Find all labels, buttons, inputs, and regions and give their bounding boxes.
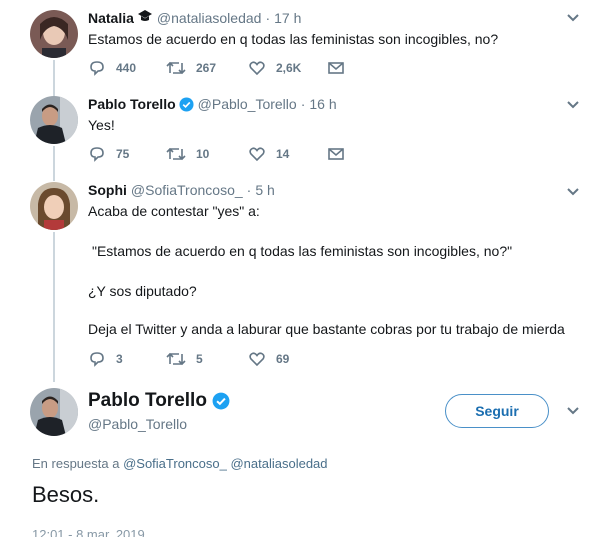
tweet-header: Natalia @nataliasoledad · 17 h bbox=[88, 9, 301, 26]
envelope-icon bbox=[328, 148, 344, 160]
thread-line bbox=[53, 60, 55, 96]
tweet-actions: 3 5 69 bbox=[88, 350, 388, 370]
retweet-count: 267 bbox=[196, 61, 217, 75]
tweet-text: Estamos de acuerdo en q todas las femini… bbox=[88, 31, 499, 47]
user-handle[interactable]: @Pablo_Torello bbox=[198, 96, 297, 112]
main-display-name[interactable]: Pablo Torello bbox=[88, 390, 230, 412]
retweet-button[interactable]: 267 bbox=[166, 59, 216, 77]
reply-button[interactable]: 3 bbox=[88, 350, 123, 368]
tweet-header: Sophi @SofiaTroncoso_ · 5 h bbox=[88, 182, 275, 198]
reply-button[interactable]: 440 bbox=[88, 59, 136, 77]
reply-icon bbox=[90, 61, 104, 76]
reply-count: 3 bbox=[116, 352, 123, 366]
retweet-button[interactable]: 10 bbox=[166, 145, 209, 163]
user-handle[interactable]: @SofiaTroncoso_ bbox=[131, 182, 243, 198]
reply-icon bbox=[90, 147, 104, 162]
display-name[interactable]: Sophi bbox=[88, 182, 127, 198]
like-button[interactable]: 69 bbox=[248, 350, 289, 368]
separator-dot: · bbox=[300, 96, 306, 112]
retweet-icon bbox=[166, 352, 186, 366]
retweet-icon bbox=[166, 147, 186, 161]
chevron-down-icon[interactable] bbox=[566, 187, 580, 197]
reply-button[interactable]: 75 bbox=[88, 145, 129, 163]
tweet-timestamp[interactable]: 12:01 - 8 mar. 2019 bbox=[32, 527, 145, 537]
retweet-button[interactable]: 5 bbox=[166, 350, 203, 368]
heart-icon bbox=[249, 352, 265, 367]
main-tweet-text: Besos. bbox=[32, 482, 100, 507]
avatar-pablo[interactable] bbox=[30, 96, 78, 144]
like-count: 2,6K bbox=[276, 61, 302, 75]
separator-dot: · bbox=[246, 182, 252, 198]
heart-icon bbox=[249, 147, 265, 162]
like-button[interactable]: 2,6K bbox=[248, 59, 301, 77]
user-handle[interactable]: @nataliasoledad bbox=[157, 10, 262, 26]
chevron-down-icon[interactable] bbox=[566, 100, 580, 110]
retweet-count: 5 bbox=[196, 352, 203, 366]
like-count: 14 bbox=[276, 147, 290, 161]
message-button[interactable] bbox=[327, 145, 355, 163]
tweet-text-line: ¿Y sos diputado? bbox=[88, 283, 197, 299]
thread-line bbox=[53, 146, 55, 181]
heart-icon bbox=[249, 61, 265, 76]
reply-count: 440 bbox=[116, 61, 137, 75]
tweet-time[interactable]: 5 h bbox=[255, 182, 274, 198]
display-name[interactable]: Natalia bbox=[88, 10, 134, 26]
envelope-icon bbox=[328, 62, 344, 74]
follow-button[interactable]: Seguir bbox=[445, 394, 549, 428]
message-button[interactable] bbox=[327, 59, 355, 77]
separator-dot: · bbox=[265, 9, 271, 26]
tweet-actions: 440 267 2,6K bbox=[88, 59, 388, 79]
tweet-text-line: Acaba de contestar "yes" a: bbox=[88, 203, 260, 219]
retweet-count: 10 bbox=[196, 147, 210, 161]
thread-line bbox=[53, 232, 55, 382]
retweet-icon bbox=[166, 61, 186, 75]
avatar-natalia[interactable] bbox=[30, 10, 78, 58]
avatar-sophi[interactable] bbox=[30, 182, 78, 230]
tweet-text-line: "Estamos de acuerdo en q todas las femin… bbox=[92, 243, 513, 259]
reply-context: En respuesta a @SofiaTroncoso_ @natalias… bbox=[32, 456, 328, 471]
display-name[interactable]: Pablo Torello bbox=[88, 96, 176, 112]
like-count: 69 bbox=[276, 352, 290, 366]
mention-link[interactable]: @nataliasoledad bbox=[230, 456, 327, 471]
mention-link[interactable]: @SofiaTroncoso_ bbox=[123, 456, 227, 471]
graduation-cap-icon bbox=[137, 9, 153, 26]
tweet-text-line: Deja el Twitter y anda a laburar que bas… bbox=[88, 321, 565, 337]
tweet-actions: 75 10 14 bbox=[88, 145, 388, 165]
tweet-text: Yes! bbox=[88, 117, 115, 133]
verified-badge-icon bbox=[212, 392, 230, 410]
like-button[interactable]: 14 bbox=[248, 145, 289, 163]
display-name[interactable]: Pablo Torello bbox=[88, 390, 207, 412]
main-user-handle[interactable]: @Pablo_Torello bbox=[88, 416, 187, 432]
tweet-time[interactable]: 17 h bbox=[274, 10, 301, 26]
tweet-header: Pablo Torello @Pablo_Torello · 16 h bbox=[88, 96, 337, 112]
tweet-time[interactable]: 16 h bbox=[309, 96, 336, 112]
reply-count: 75 bbox=[116, 147, 130, 161]
chevron-down-icon[interactable] bbox=[566, 406, 580, 416]
verified-badge-icon bbox=[179, 96, 194, 112]
reply-icon bbox=[90, 352, 104, 367]
reply-prefix: En respuesta a bbox=[32, 456, 120, 471]
chevron-down-icon[interactable] bbox=[566, 13, 580, 23]
avatar-pablo-main[interactable] bbox=[30, 388, 78, 436]
